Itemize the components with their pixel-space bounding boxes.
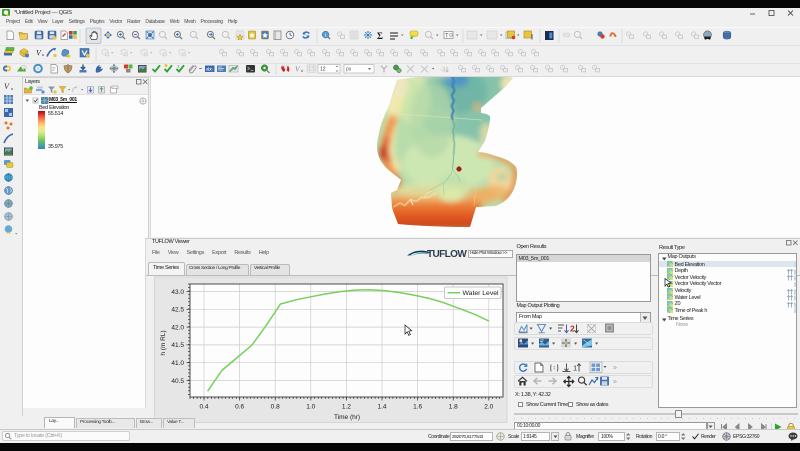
svg-text:»: »	[613, 364, 617, 371]
svg-text:V: V	[4, 82, 10, 91]
svg-text:h (m RL): h (m RL)	[160, 330, 167, 355]
svg-text:V: V	[36, 49, 42, 58]
svg-text:1.6: 1.6	[413, 404, 422, 411]
svg-text:»: »	[613, 379, 617, 386]
svg-text:2: 2	[570, 324, 575, 334]
svg-text:1.8: 1.8	[449, 404, 458, 411]
svg-text:Water Level: Water Level	[463, 290, 500, 297]
svg-text:1.4: 1.4	[377, 404, 386, 411]
svg-text:42.0: 42.0	[171, 324, 184, 331]
svg-text:1.0: 1.0	[306, 404, 315, 411]
svg-text:41.5: 41.5	[171, 342, 184, 349]
svg-text:TUFLOW: TUFLOW	[427, 249, 467, 259]
svg-text:0.8: 0.8	[271, 404, 280, 411]
svg-text:2.0: 2.0	[484, 404, 493, 411]
svg-text:0.6: 0.6	[235, 404, 244, 411]
svg-text:T: T	[445, 34, 449, 40]
svg-text:0.4: 0.4	[199, 404, 208, 411]
svg-text:-3: -3	[440, 68, 446, 74]
svg-text:41.0: 41.0	[171, 360, 184, 367]
svg-text:42.5: 42.5	[171, 307, 184, 314]
svg-text:px: px	[346, 67, 352, 73]
svg-text:12: 12	[320, 67, 326, 73]
svg-text:abc: abc	[206, 67, 213, 72]
svg-text:Time (hr): Time (hr)	[334, 414, 360, 421]
svg-text:1: 1	[177, 64, 180, 69]
svg-text:1: 1	[573, 363, 577, 372]
svg-text:Σ: Σ	[377, 31, 383, 41]
svg-text:43.0: 43.0	[171, 289, 184, 296]
svg-text:↕: ↕	[553, 365, 556, 371]
svg-text:V: V	[295, 65, 301, 74]
svg-text:1.2: 1.2	[342, 404, 351, 411]
svg-text:40.5: 40.5	[171, 378, 184, 385]
